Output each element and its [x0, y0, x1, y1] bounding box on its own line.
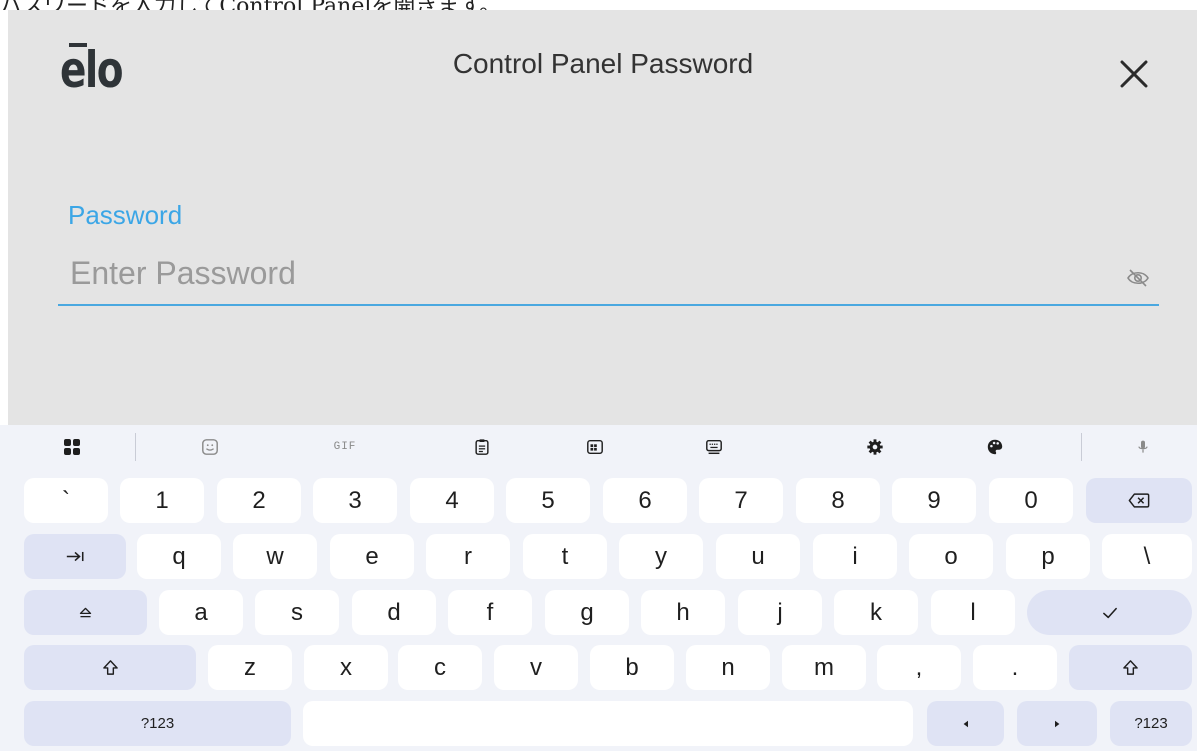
- arrow-left-icon: [963, 720, 968, 727]
- password-dialog: elo Control Panel Password Password: [8, 10, 1197, 425]
- symbols-key[interactable]: ?123: [24, 701, 291, 746]
- shift-key-right[interactable]: [1069, 645, 1192, 690]
- key-n[interactable]: n: [686, 645, 770, 690]
- eye-off-icon: [1127, 269, 1149, 287]
- eject-key[interactable]: [24, 590, 147, 635]
- key-z[interactable]: z: [208, 645, 292, 690]
- key-5[interactable]: 5: [506, 478, 590, 523]
- key-m[interactable]: m: [782, 645, 866, 690]
- sticker-icon[interactable]: [198, 435, 222, 459]
- key-h[interactable]: h: [641, 590, 725, 635]
- enter-key[interactable]: [1027, 590, 1192, 635]
- key-period[interactable]: .: [973, 645, 1057, 690]
- cursor-left-key[interactable]: [927, 701, 1004, 746]
- checkmark-icon: [1102, 607, 1117, 618]
- key-k[interactable]: k: [834, 590, 918, 635]
- password-label: Password: [68, 200, 183, 230]
- shift-icon: [102, 660, 118, 675]
- key-x[interactable]: x: [304, 645, 388, 690]
- backspace-icon: [1128, 493, 1150, 508]
- key-1[interactable]: 1: [120, 478, 204, 523]
- toolbar-separator: [1081, 433, 1082, 461]
- key-d[interactable]: d: [352, 590, 436, 635]
- dialog-title: Control Panel Password: [452, 48, 754, 79]
- key-e[interactable]: e: [330, 534, 414, 579]
- one-handed-icon[interactable]: [583, 435, 607, 459]
- key-backslash[interactable]: \: [1102, 534, 1192, 579]
- mic-icon[interactable]: [1131, 435, 1155, 459]
- close-button[interactable]: [1114, 54, 1154, 94]
- settings-icon[interactable]: [863, 435, 887, 459]
- space-key[interactable]: [303, 701, 913, 746]
- cursor-right-key[interactable]: [1017, 701, 1097, 746]
- caption-strip: パスワードを入力してControl Panelを開きます。: [0, 0, 1197, 10]
- key-comma[interactable]: ,: [877, 645, 961, 690]
- key-8[interactable]: 8: [796, 478, 880, 523]
- password-visibility-toggle[interactable]: [1126, 268, 1150, 288]
- tab-icon: [66, 551, 84, 562]
- tab-key[interactable]: [24, 534, 126, 579]
- key-2[interactable]: 2: [217, 478, 301, 523]
- key-y[interactable]: y: [619, 534, 703, 579]
- arrow-right-icon: [1055, 720, 1060, 727]
- key-t[interactable]: t: [523, 534, 607, 579]
- apps-grid-icon[interactable]: [60, 435, 84, 459]
- key-7[interactable]: 7: [699, 478, 783, 523]
- key-backtick[interactable]: `: [24, 478, 108, 523]
- onscreen-keyboard: GIF ` 1 2 3 4 5 6 7 8 9 0 q w e r t y u …: [0, 425, 1197, 751]
- toolbar-separator: [135, 433, 136, 461]
- key-4[interactable]: 4: [410, 478, 494, 523]
- key-r[interactable]: r: [426, 534, 510, 579]
- gif-icon[interactable]: GIF: [330, 435, 360, 459]
- shift-key-left[interactable]: [24, 645, 196, 690]
- key-v[interactable]: v: [494, 645, 578, 690]
- keyboard-layout-icon[interactable]: [702, 435, 726, 459]
- close-icon: [1120, 60, 1148, 88]
- key-p[interactable]: p: [1006, 534, 1090, 579]
- key-i[interactable]: i: [813, 534, 897, 579]
- elo-logo: elo: [60, 41, 123, 99]
- key-3[interactable]: 3: [313, 478, 397, 523]
- keyboard-toolbar: GIF: [0, 425, 1197, 469]
- clipboard-icon[interactable]: [470, 435, 494, 459]
- key-g[interactable]: g: [545, 590, 629, 635]
- key-a[interactable]: a: [159, 590, 243, 635]
- backspace-key[interactable]: [1086, 478, 1192, 523]
- palette-icon[interactable]: [983, 435, 1007, 459]
- key-f[interactable]: f: [448, 590, 532, 635]
- key-q[interactable]: q: [137, 534, 221, 579]
- key-u[interactable]: u: [716, 534, 800, 579]
- key-j[interactable]: j: [738, 590, 822, 635]
- caption-text: パスワードを入力してControl Panelを開きます。: [0, 0, 501, 10]
- password-input[interactable]: [58, 242, 1159, 306]
- key-9[interactable]: 9: [892, 478, 976, 523]
- key-6[interactable]: 6: [603, 478, 687, 523]
- eject-icon: [79, 607, 92, 618]
- key-s[interactable]: s: [255, 590, 339, 635]
- key-w[interactable]: w: [233, 534, 317, 579]
- key-c[interactable]: c: [398, 645, 482, 690]
- key-b[interactable]: b: [590, 645, 674, 690]
- symbols-key-right[interactable]: ?123: [1110, 701, 1192, 746]
- key-l[interactable]: l: [931, 590, 1015, 635]
- key-o[interactable]: o: [909, 534, 993, 579]
- key-0[interactable]: 0: [989, 478, 1073, 523]
- shift-icon: [1123, 660, 1138, 675]
